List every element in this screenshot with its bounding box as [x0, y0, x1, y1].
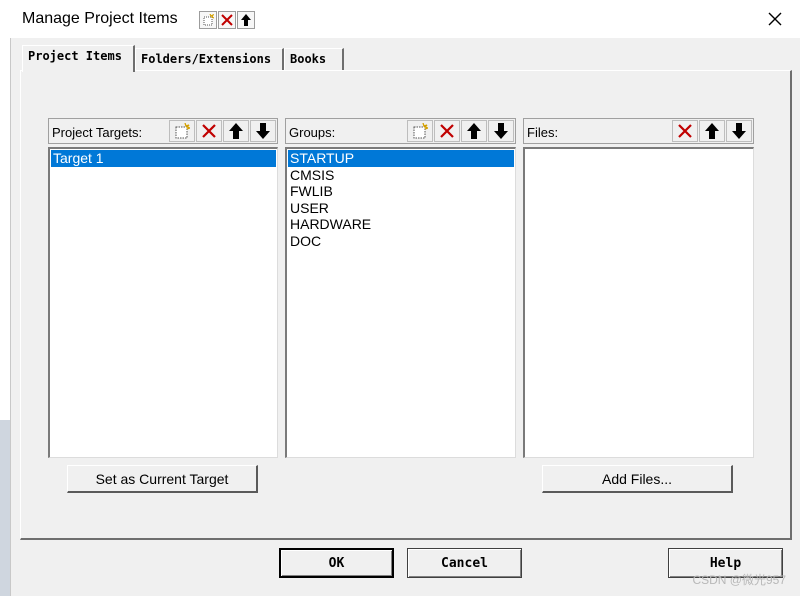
project-targets-group: Project Targets: Target 1 [48, 118, 278, 458]
tab-books[interactable]: Books [284, 48, 344, 70]
files-toolbar [671, 120, 752, 142]
window-title: Manage Project Items [22, 10, 178, 27]
list-item[interactable]: STARTUP [288, 150, 514, 167]
new-icon[interactable] [407, 120, 433, 142]
new-icon[interactable] [199, 11, 217, 29]
list-item[interactable]: Target 1 [51, 150, 276, 167]
cancel-label: Cancel [441, 555, 488, 571]
groups-toolbar [406, 120, 514, 142]
list-item[interactable]: USER [288, 200, 514, 217]
delete-icon[interactable] [218, 11, 236, 29]
groups-header: Groups: [285, 118, 516, 144]
manage-project-items-dialog: Manage Project Items Project Items Folde… [10, 0, 800, 596]
project-targets-header: Project Targets: [48, 118, 278, 144]
help-label: Help [709, 555, 742, 571]
watermark: CSDN @微光957 [692, 573, 786, 587]
files-list[interactable] [523, 147, 754, 458]
set-as-current-target-button[interactable]: Set as Current Target [67, 465, 258, 493]
down-arrow-icon[interactable] [488, 120, 514, 142]
groups-group: Groups: STARTUP CMSIS FWLIB USER HARDWAR… [285, 118, 516, 458]
files-group: Files: [523, 118, 754, 458]
up-arrow-icon[interactable] [223, 120, 249, 142]
set-as-current-target-label: Set as Current Target [95, 470, 229, 487]
project-targets-list[interactable]: Target 1 [48, 147, 278, 458]
list-item[interactable]: DOC [288, 233, 514, 250]
cancel-button[interactable]: Cancel [407, 548, 522, 578]
list-item[interactable]: CMSIS [288, 167, 514, 184]
delete-icon[interactable] [196, 120, 222, 142]
down-arrow-icon[interactable] [250, 120, 276, 142]
ok-button[interactable]: OK [279, 548, 394, 578]
up-arrow-icon[interactable] [237, 11, 255, 29]
groups-label: Groups: [289, 125, 336, 140]
tab-project-items[interactable]: Project Items [22, 45, 135, 72]
project-targets-label: Project Targets: [52, 125, 143, 140]
down-arrow-icon[interactable] [726, 120, 752, 142]
list-item[interactable]: HARDWARE [288, 216, 514, 233]
groups-list[interactable]: STARTUP CMSIS FWLIB USER HARDWARE DOC [285, 147, 516, 458]
up-arrow-icon[interactable] [461, 120, 487, 142]
files-header: Files: [523, 118, 754, 144]
delete-icon[interactable] [672, 120, 698, 142]
ok-label: OK [328, 555, 345, 571]
tab-folders-extensions[interactable]: Folders/Extensions [135, 48, 284, 70]
delete-icon[interactable] [434, 120, 460, 142]
add-files-label: Add Files... [601, 470, 673, 487]
files-label: Files: [527, 125, 559, 140]
close-icon[interactable] [764, 8, 786, 30]
title-bar: Manage Project Items [10, 0, 800, 38]
title-toolbar [199, 11, 256, 29]
new-icon[interactable] [169, 120, 195, 142]
project-targets-toolbar [168, 120, 276, 142]
up-arrow-icon[interactable] [699, 120, 725, 142]
list-item[interactable]: FWLIB [288, 183, 514, 200]
add-files-button[interactable]: Add Files... [542, 465, 733, 493]
